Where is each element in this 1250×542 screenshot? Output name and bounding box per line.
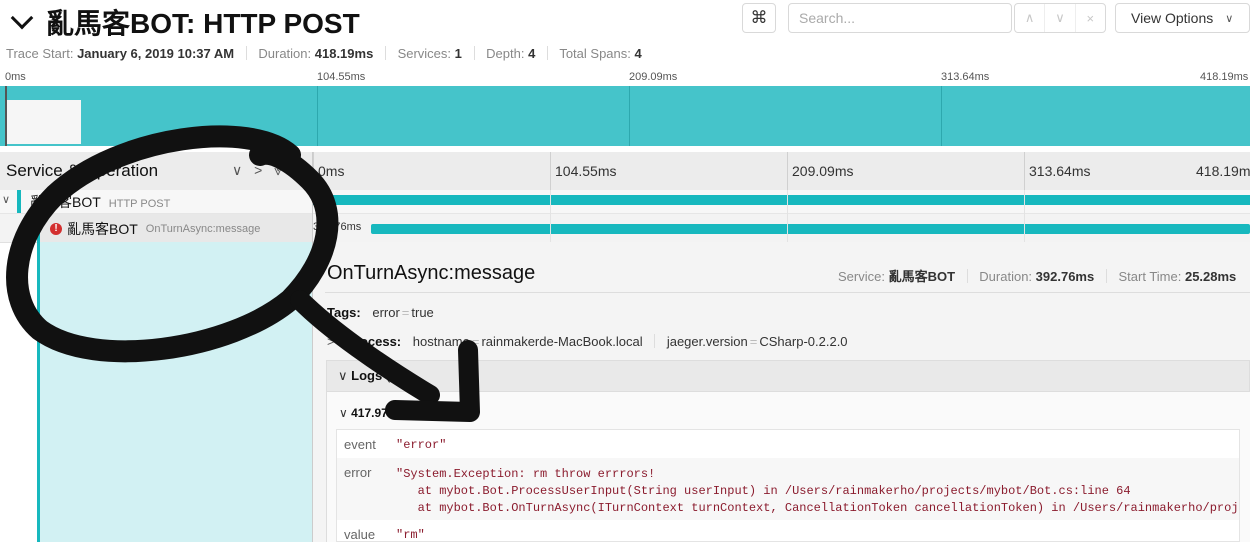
logs-header[interactable] [326, 360, 1250, 392]
span-operation: OnTurnAsync:message [145, 223, 261, 235]
detail-duration-value: 392.76ms [1035, 269, 1095, 284]
expand-collapse-controls[interactable]: ∨ > ⩔ ≫ [232, 162, 313, 179]
timeline-tick: 0ms [313, 152, 344, 190]
divider [325, 292, 1250, 293]
log-field-key: value [344, 527, 376, 542]
trace-start-label: Trace Start: [6, 46, 74, 61]
log-entry-toggle[interactable]: ∨ 417.97ms [339, 406, 405, 420]
tags-label: Tags: [327, 305, 361, 320]
process-value: CSharp-0.2.2.0 [759, 334, 848, 349]
log-field-value: "rm" [396, 528, 425, 542]
depth-value: 4 [528, 46, 536, 61]
duration-label: Duration: [258, 46, 312, 61]
search-nav-group: ∧ ∨ × [1014, 3, 1106, 33]
view-options-label: View Options [1131, 10, 1214, 26]
process-key: hostname [412, 334, 470, 349]
logs-label: Logs [351, 368, 383, 383]
services-value: 1 [454, 46, 462, 61]
timeline-tick: 418.19ms [1196, 163, 1250, 179]
timeline-tick: 313.64ms [1024, 152, 1090, 190]
trace-meta: Trace Start: January 6, 2019 10:37 AM Du… [6, 46, 642, 61]
span-service: 亂馬客BOT [67, 221, 138, 237]
next-result-icon[interactable]: ∨ [1045, 4, 1076, 32]
process-key: jaeger.version [666, 334, 748, 349]
trace-title-text: 亂馬客BOT: HTTP POST [46, 8, 360, 39]
logs-toggle[interactable]: ∨ Logs (1) [338, 368, 402, 384]
chevron-down-icon: ∨ [339, 406, 352, 420]
detail-service-value: 亂馬客BOT [888, 269, 956, 284]
minimap-tick: 0ms [5, 71, 26, 83]
span-bar[interactable] [371, 224, 1250, 234]
trace-start-value: January 6, 2019 10:37 AM [77, 46, 235, 61]
detail-start-label: Start Time: [1118, 269, 1182, 284]
timeline-tick: 209.09ms [787, 152, 853, 190]
detail-meta: Service: 亂馬客BOT Duration: 392.76ms Start… [838, 266, 1236, 285]
tag-value: true [411, 305, 434, 320]
trace-minimap[interactable] [0, 86, 1250, 146]
minimap-tick: 313.64ms [941, 71, 990, 83]
log-timestamp: 417.97ms [351, 406, 406, 420]
tags-section[interactable]: Tags: error = true [327, 305, 434, 320]
span-detail-indent [40, 242, 312, 542]
search-input[interactable] [788, 3, 1012, 33]
timeline-tick: 104.55ms [550, 152, 616, 190]
clear-search-icon[interactable]: × [1076, 4, 1105, 32]
minimap-window[interactable] [6, 100, 81, 144]
process-value: rainmakerde-MacBook.local [481, 334, 643, 349]
depth-label: Depth: [486, 46, 525, 61]
keyboard-shortcuts-button[interactable]: ⌘ [742, 3, 776, 33]
detail-service-label: Service: [838, 269, 885, 284]
process-section[interactable]: > Process: hostname = rainmakerde-MacBook.… [327, 334, 848, 349]
error-icon: ! [50, 223, 62, 235]
log-field-value: "System.Exception: rm throw errrors! at … [396, 467, 1238, 515]
tag-key: error [372, 305, 400, 320]
service-color-bar [17, 190, 21, 213]
duration-value: 418.19ms [314, 46, 374, 61]
minimap-tick: 104.55ms [317, 71, 366, 83]
span-duration-label: 392.76ms [313, 221, 362, 233]
span-bar[interactable] [313, 195, 1250, 205]
span-service: 亂馬客BOT [30, 194, 101, 210]
chevron-down-icon[interactable]: ∨ [2, 193, 10, 206]
prev-result-icon[interactable]: ∧ [1015, 4, 1046, 32]
log-field-key: error [344, 465, 372, 480]
process-label: Process: [346, 334, 402, 349]
total-spans-value: 4 [634, 46, 642, 61]
log-field-key: event [344, 437, 376, 452]
log-field-value: "error" [396, 438, 447, 452]
chevron-down-icon: ∨ [338, 368, 352, 383]
total-spans-label: Total Spans: [559, 46, 631, 61]
trace-title[interactable]: 亂馬客BOT: HTTP POST [6, 2, 360, 42]
span-name[interactable]: 亂馬客BOT HTTP POST [30, 192, 170, 212]
span-operation: HTTP POST [108, 198, 171, 210]
minimap-tick: 418.19ms [1200, 71, 1249, 83]
tree-connector-line [37, 213, 40, 542]
span-name[interactable]: ! 亂馬客BOT OnTurnAsync:message [50, 219, 260, 239]
logs-count: (1) [385, 368, 402, 383]
service-operation-header: Service & Operation [6, 161, 159, 180]
collapse-chevron-icon[interactable] [10, 6, 34, 30]
minimap-tick: 209.09ms [629, 71, 678, 83]
command-key-icon: ⌘ [750, 8, 768, 27]
detail-operation-name: OnTurnAsync:message [327, 262, 536, 284]
services-label: Services: [397, 46, 452, 61]
chevron-right-icon[interactable]: > [327, 334, 335, 349]
detail-start-value: 25.28ms [1184, 269, 1237, 284]
view-options-button[interactable]: View Options ∨ [1115, 3, 1250, 33]
chevron-down-icon: ∨ [1225, 12, 1234, 25]
minimap-start-handle[interactable] [5, 86, 7, 146]
detail-duration-label: Duration: [979, 269, 1033, 284]
